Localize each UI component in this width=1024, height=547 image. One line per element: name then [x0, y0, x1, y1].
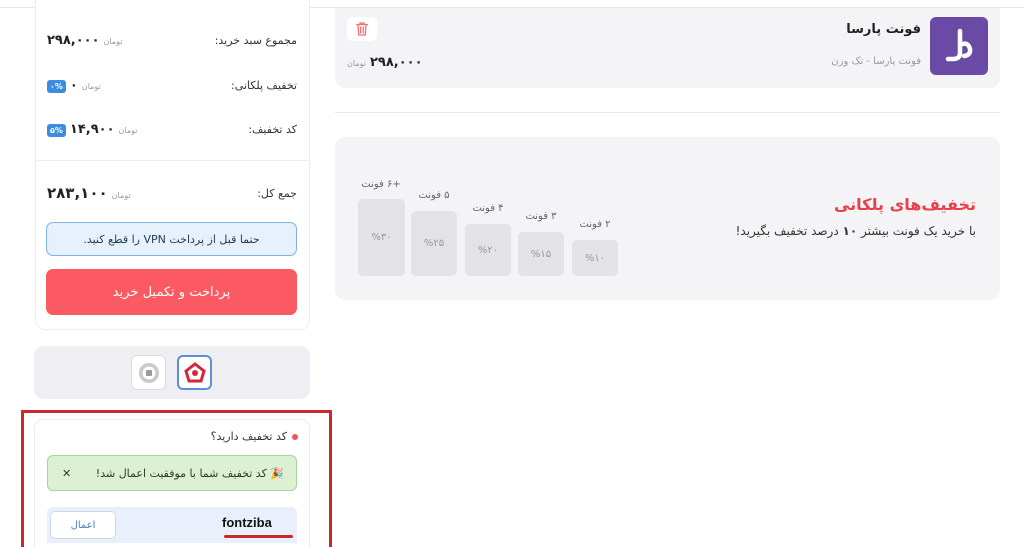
tier-discount-currency: تومان — [81, 82, 101, 91]
subtotal-label: مجموع سبد خرید: — [214, 34, 297, 47]
subtotal-amount: ۲۹۸,۰۰۰ تومان — [47, 33, 123, 48]
close-icon[interactable]: ✕ — [62, 467, 71, 480]
gateway-mellat-button[interactable] — [177, 355, 212, 390]
tier-label: +۶ فونت — [361, 179, 401, 190]
checkout-button[interactable]: پرداخت و تکمیل خرید — [46, 269, 297, 315]
coupon-discount-label: کد تخفیف: — [248, 123, 297, 136]
total-amount: ۲۸۳,۱۰۰ تومان — [47, 184, 131, 202]
tier-bar: %۱۵ — [518, 232, 564, 276]
subtotal-value: ۲۹۸,۰۰۰ — [47, 33, 100, 48]
tier-discount-value: ۰ — [69, 78, 78, 93]
tier-label: ۵ فونت — [418, 190, 450, 201]
mellat-logo-icon — [183, 361, 206, 384]
coupon-heading: کد تخفیف دارید؟ — [211, 430, 298, 443]
tier-bar: %۲۰ — [465, 224, 511, 276]
cart-item-card — [335, 8, 1000, 88]
total-currency: تومان — [111, 191, 131, 200]
tier-discount-amount: ۰% ۰ تومان — [47, 78, 101, 93]
cart-item-currency: تومان — [347, 59, 366, 68]
bullet-dot-icon — [292, 433, 298, 440]
total-value: ۲۸۳,۱۰۰ — [47, 184, 108, 202]
cart-item-price: تومان ۲۹۸,۰۰۰ — [347, 55, 423, 70]
cart-item-subtitle: فونت پارسا - تک وزن — [831, 56, 921, 67]
coupon-discount-currency: تومان — [118, 126, 138, 135]
vpn-warning: حتما قبل از پرداخت VPN را قطع کنید. — [46, 222, 297, 256]
summary-divider — [36, 160, 309, 161]
content-separator — [335, 112, 1000, 113]
font-logo-icon — [930, 17, 988, 75]
tier-discount-title: تخفیف‌های پلکانی — [833, 195, 976, 214]
coupon-discount-value: ۱۴,۹۰۰ — [69, 122, 115, 137]
cart-item-name[interactable]: فونت پارسا — [846, 22, 921, 37]
apply-coupon-button[interactable]: اعمال — [50, 511, 116, 539]
zarinpal-logo-icon — [138, 362, 159, 383]
tier-label: ۳ فونت — [525, 211, 557, 222]
tier-bar: %۲۵ — [411, 211, 457, 276]
tier-discount-label: تخفیف پلکانی: — [231, 79, 297, 92]
tier-label: ۴ فونت — [472, 203, 504, 214]
cart-item-price-value: ۲۹۸,۰۰۰ — [369, 55, 423, 70]
coupon-success-alert: 🎉 کد تخفیف شما با موفقیت اعمال شد! ✕ — [47, 455, 297, 491]
coupon-discount-badge: ۵% — [47, 124, 66, 137]
tier-bar: %۳۰ — [358, 199, 405, 276]
payment-gateway-bar — [34, 346, 310, 399]
coupon-heading-text: کد تخفیف دارید؟ — [210, 430, 287, 443]
total-label: جمع کل: — [257, 187, 297, 200]
gateway-zarinpal-button[interactable] — [131, 355, 166, 390]
tier-discount-subtitle: با خرید یک فونت بیشتر ۱۰ درصد تخفیف بگیر… — [735, 224, 976, 238]
tier-bar: %۱۰ — [572, 240, 618, 276]
coupon-success-text: 🎉 کد تخفیف شما با موفقیت اعمال شد! — [95, 466, 284, 480]
tier-discount-badge: ۰% — [47, 80, 66, 93]
remove-item-button[interactable] — [347, 17, 377, 41]
coupon-input-value[interactable]: fontziba — [222, 515, 272, 530]
trash-icon — [355, 22, 369, 36]
coupon-discount-amount: ۵% ۱۴,۹۰۰ تومان — [47, 122, 138, 137]
tier-label: ۲ فونت — [579, 219, 611, 230]
subtotal-currency: تومان — [103, 37, 123, 46]
coupon-value-underline — [224, 535, 293, 538]
